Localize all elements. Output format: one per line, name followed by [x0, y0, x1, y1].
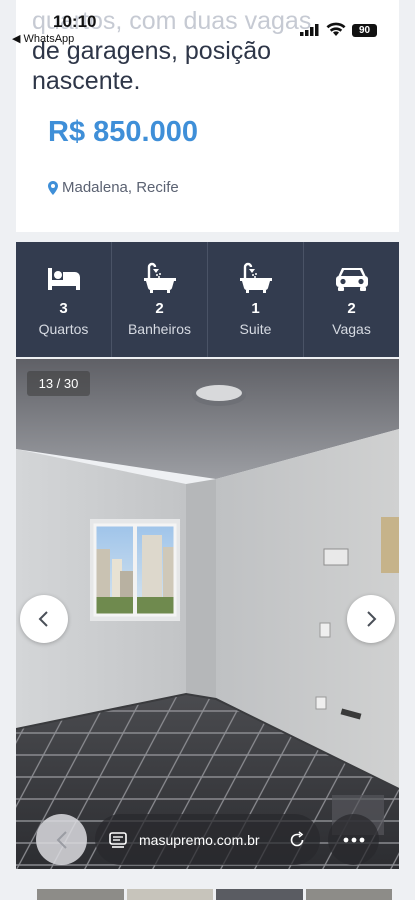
bathtub-icon [239, 262, 272, 293]
gallery-thumbnail[interactable] [126, 889, 213, 900]
feature-suite: 1 Suite [208, 242, 304, 357]
tabs-format-icon [109, 831, 127, 848]
car-icon [335, 268, 368, 291]
features-bar: 3 Quartos 2 Banheiros 1 Suite 2 Vagas [16, 242, 399, 357]
chevron-right-icon [367, 611, 377, 627]
gallery-next-button[interactable] [347, 595, 395, 643]
map-pin-icon [48, 180, 58, 195]
feature-count: 2 [347, 300, 356, 317]
address-bar[interactable]: masupremo.com.br [95, 814, 320, 865]
battery-indicator: 90 [352, 24, 377, 37]
bed-icon [47, 268, 80, 290]
gallery-thumbnail[interactable] [305, 889, 392, 900]
feature-label: Quartos [38, 321, 89, 337]
ellipsis-icon [343, 837, 364, 842]
gallery-prev-button[interactable] [20, 595, 68, 643]
gallery-counter: 13 / 30 [27, 371, 90, 396]
feature-quartos: 3 Quartos [16, 242, 112, 357]
room-photo-image [16, 359, 399, 869]
chevron-left-icon [38, 611, 48, 627]
location-text: Madalena, Recife [62, 179, 179, 196]
page: quartos, com duas vagas de garagens, pos… [0, 0, 415, 900]
gallery-thumbnail[interactable] [216, 889, 303, 900]
chevron-left-icon [56, 830, 67, 849]
gallery-thumbnail[interactable] [37, 889, 124, 900]
browser-more-button[interactable] [328, 814, 379, 865]
feature-label: Banheiros [127, 321, 192, 337]
feature-label: Vagas [332, 321, 371, 337]
feature-count: 1 [251, 300, 260, 317]
gallery-photo[interactable]: 13 / 30 [16, 359, 399, 869]
status-time: 10:10 [53, 12, 97, 31]
url-text: masupremo.com.br [139, 831, 260, 848]
description-line: nascente. [32, 67, 141, 95]
reload-icon[interactable] [288, 830, 306, 849]
feature-count: 3 [59, 300, 68, 317]
feature-vagas: 2 Vagas [304, 242, 399, 357]
browser-toolbar: masupremo.com.br [0, 812, 415, 870]
wifi-icon [326, 22, 346, 36]
cellular-signal-icon [300, 24, 319, 36]
feature-label: Suite [239, 321, 272, 337]
listing-location: Madalena, Recife [48, 179, 179, 196]
status-bar: 10:10 ◀ WhatsApp 90 [0, 0, 415, 48]
listing-price: R$ 850.000 [48, 116, 198, 148]
feature-banheiros: 2 Banheiros [112, 242, 208, 357]
bathtub-icon [143, 262, 176, 293]
feature-count: 2 [155, 300, 164, 317]
back-to-app-link[interactable]: ◀ WhatsApp [12, 32, 74, 45]
thumbnail-strip [37, 889, 392, 900]
browser-back-button[interactable] [36, 814, 87, 865]
